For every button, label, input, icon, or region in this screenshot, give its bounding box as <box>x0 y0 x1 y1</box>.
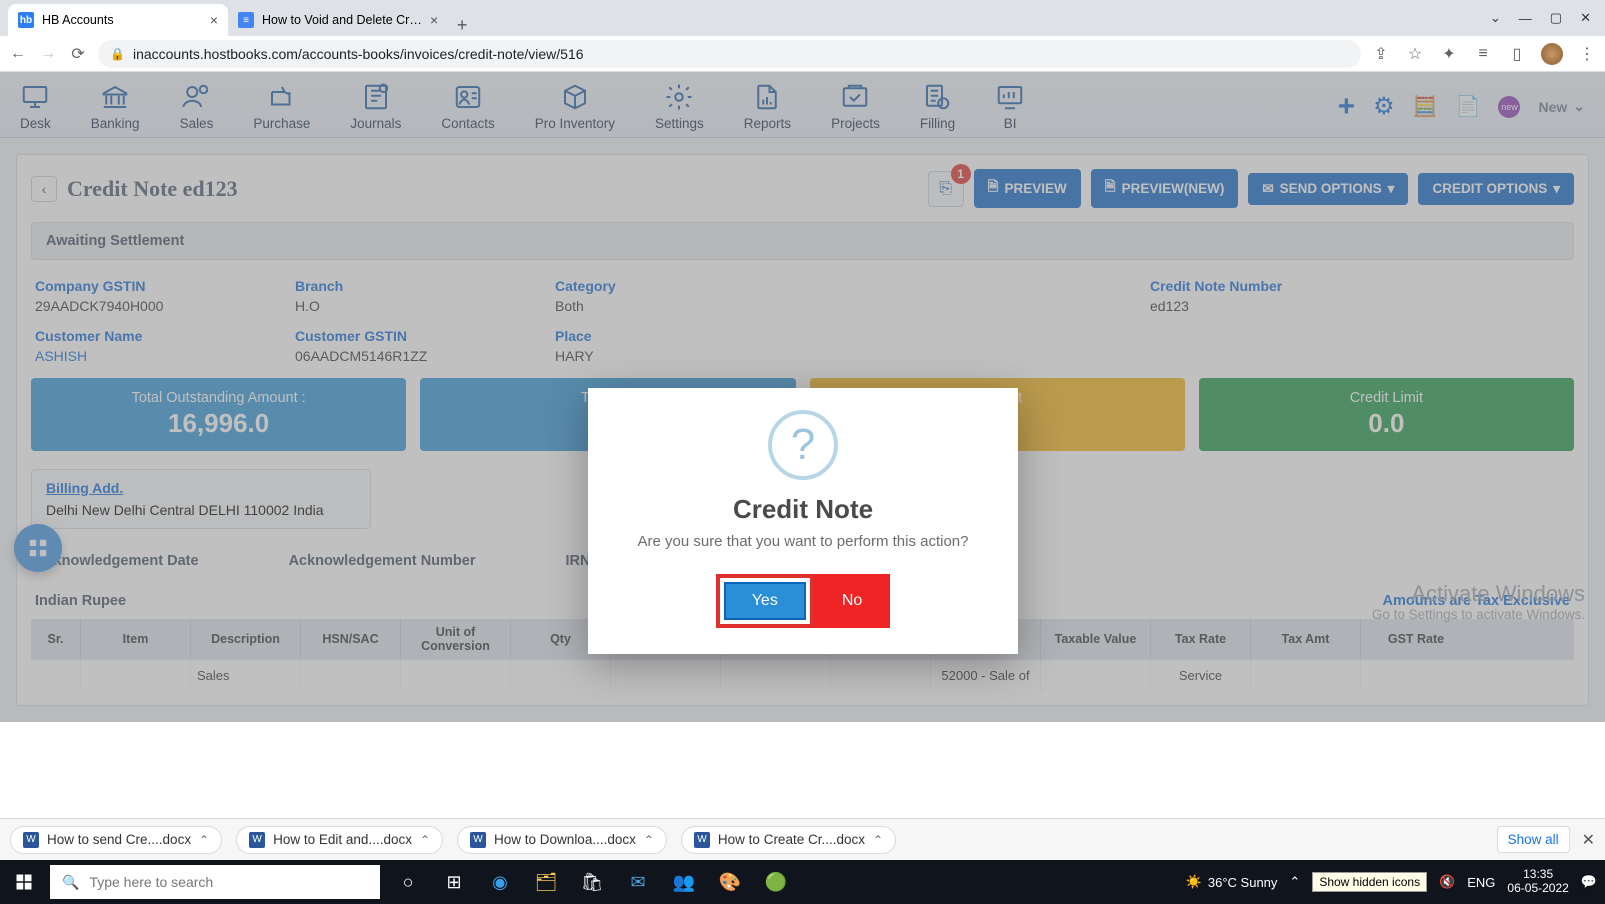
favicon-doc: ≡ <box>238 12 254 28</box>
hidden-icons-tooltip: Show hidden icons <box>1312 872 1427 892</box>
modal-title: Credit Note <box>614 494 992 525</box>
download-item[interactable]: WHow to send Cre....docx⌃ <box>10 826 222 854</box>
browser-tab-strip: hb HB Accounts × ≡ How to Void and Delet… <box>0 0 1605 36</box>
star-icon[interactable]: ☆ <box>1405 44 1425 64</box>
side-panel-icon[interactable]: ▯ <box>1507 44 1527 64</box>
lock-icon: 🔒 <box>110 47 125 61</box>
reload-icon[interactable]: ⟳ <box>68 44 88 64</box>
favicon-hb: hb <box>18 12 34 28</box>
search-icon: 🔍 <box>62 874 79 891</box>
close-window-icon[interactable]: ✕ <box>1580 10 1591 26</box>
taskbar-search[interactable]: 🔍 Type here to search <box>50 865 380 899</box>
url-text: inaccounts.hostbooks.com/accounts-books/… <box>133 46 584 62</box>
yes-button-highlight: Yes <box>716 574 814 628</box>
close-icon[interactable]: × <box>430 12 438 28</box>
word-icon: W <box>694 832 710 848</box>
chevron-up-icon[interactable]: ⌃ <box>873 833 883 847</box>
address-bar[interactable]: 🔒 inaccounts.hostbooks.com/accounts-book… <box>98 40 1361 68</box>
extensions-icon[interactable]: ✦ <box>1439 44 1459 64</box>
sun-icon: ☀️ <box>1186 874 1202 890</box>
minimize-icon[interactable]: — <box>1519 11 1532 26</box>
weather-widget[interactable]: ☀️36°C Sunny <box>1186 874 1278 890</box>
language-indicator[interactable]: ENG <box>1467 875 1495 890</box>
window-controls: ⌄ — ▢ ✕ <box>1476 0 1605 36</box>
task-view-icon[interactable]: ⊞ <box>432 860 476 904</box>
chevron-up-icon[interactable]: ⌃ <box>644 833 654 847</box>
new-tab-button[interactable]: + <box>448 15 476 36</box>
chevron-up-icon[interactable]: ⌃ <box>420 833 430 847</box>
confirm-modal: ? Credit Note Are you sure that you want… <box>588 388 1018 654</box>
tab-title: How to Void and Delete Credit N <box>262 13 422 27</box>
mail-icon[interactable]: ✉ <box>616 860 660 904</box>
close-downloads-bar[interactable]: ✕ <box>1582 830 1595 850</box>
system-clock[interactable]: 13:35 06-05-2022 <box>1507 868 1568 896</box>
close-icon[interactable]: × <box>210 12 218 28</box>
chevron-up-icon[interactable]: ⌃ <box>199 833 209 847</box>
word-icon: W <box>249 832 265 848</box>
forward-icon[interactable]: → <box>38 44 58 64</box>
word-icon: W <box>470 832 486 848</box>
app-root: Desk Banking Sales Purchase Journals Con… <box>0 72 1605 722</box>
teams-icon[interactable]: 👥 <box>662 860 706 904</box>
kebab-menu-icon[interactable]: ⋮ <box>1577 44 1597 64</box>
show-all-downloads[interactable]: Show all <box>1497 826 1570 853</box>
reading-list-icon[interactable]: ≡ <box>1473 44 1493 64</box>
profile-avatar[interactable] <box>1541 43 1563 65</box>
back-icon[interactable]: ← <box>8 44 28 64</box>
volume-mute-icon[interactable]: 🔇 <box>1439 874 1455 890</box>
no-button[interactable]: No <box>814 574 890 628</box>
cortana-icon[interactable]: ○ <box>386 860 430 904</box>
paint-icon[interactable]: 🎨 <box>708 860 752 904</box>
share-icon[interactable]: ⇪ <box>1371 44 1391 64</box>
edge-icon[interactable]: ◉ <box>478 860 522 904</box>
download-item[interactable]: WHow to Downloa....docx⌃ <box>457 826 667 854</box>
word-icon: W <box>23 832 39 848</box>
notifications-icon[interactable]: 💬 <box>1581 874 1597 890</box>
tray-chevron-up-icon[interactable]: ⌃ <box>1289 874 1300 890</box>
store-icon[interactable]: 🛍 <box>570 860 614 904</box>
question-icon: ? <box>768 410 838 480</box>
chevron-down-icon[interactable]: ⌄ <box>1490 10 1501 26</box>
chrome-icon[interactable]: 🟢 <box>754 860 798 904</box>
browser-tab-hb[interactable]: hb HB Accounts × <box>8 4 228 36</box>
download-item[interactable]: WHow to Create Cr....docx⌃ <box>681 826 896 854</box>
modal-message: Are you sure that you want to perform th… <box>614 533 992 550</box>
browser-nav-bar: ← → ⟳ 🔒 inaccounts.hostbooks.com/account… <box>0 36 1605 72</box>
maximize-icon[interactable]: ▢ <box>1550 10 1562 26</box>
windows-taskbar: 🔍 Type here to search ○ ⊞ ◉ 🗂 🛍 ✉ 👥 🎨 🟢 … <box>0 860 1605 904</box>
explorer-icon[interactable]: 🗂 <box>524 860 568 904</box>
yes-button[interactable]: Yes <box>724 582 806 620</box>
start-button[interactable] <box>0 860 48 904</box>
browser-tab-doc[interactable]: ≡ How to Void and Delete Credit N × <box>228 4 448 36</box>
downloads-bar: WHow to send Cre....docx⌃ WHow to Edit a… <box>0 818 1605 860</box>
download-item[interactable]: WHow to Edit and....docx⌃ <box>236 826 443 854</box>
tab-title: HB Accounts <box>42 13 114 27</box>
